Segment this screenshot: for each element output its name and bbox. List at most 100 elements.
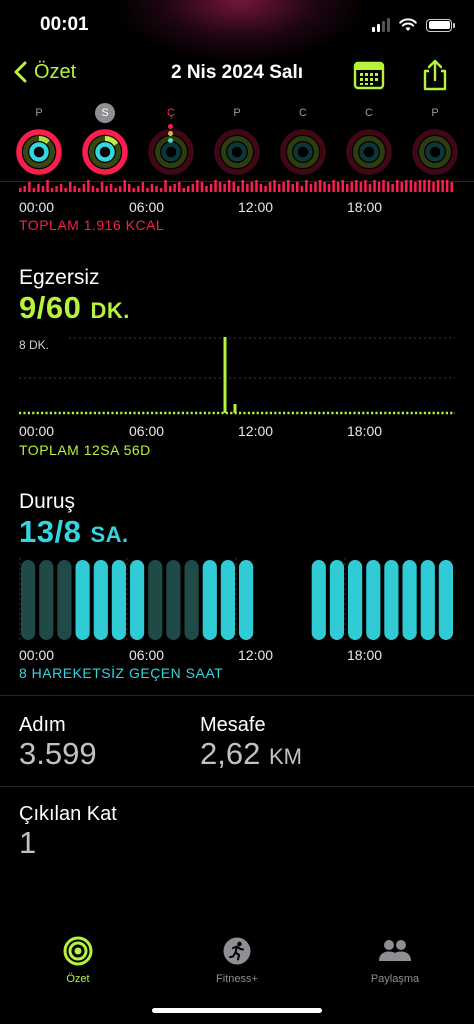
signal-icon [372,18,390,32]
move-chart-bars [19,180,453,192]
move-bar [305,180,308,192]
move-bar [409,180,413,192]
move-bar [187,186,190,192]
move-bar [128,184,131,192]
stand-hour-bar [130,560,145,640]
move-bar [105,186,108,192]
move-bar [341,180,344,192]
move-bar [182,188,185,192]
move-bar [391,184,394,192]
move-bar [291,184,294,192]
move-bar [209,184,213,192]
move-bar [241,180,244,192]
stand-hour-bar [93,560,108,640]
activity-ring-day-1[interactable] [15,128,63,176]
move-bar [350,182,353,192]
move-bar [168,186,172,192]
stand-hour-bar [239,560,254,640]
move-bar [28,182,31,192]
move-total: TOPLAM 1.916 KCAL [19,217,165,233]
move-bar [223,184,226,192]
calendar-icon[interactable] [352,58,386,92]
move-bar [23,186,26,192]
axis-label: 18:00 [347,423,383,439]
exercise-value: 9/60 DK. [19,290,130,326]
activity-ring-day-4[interactable] [213,128,261,176]
status-icons [372,14,455,36]
move-bar [445,180,449,192]
move-bar [237,186,240,192]
stand-hour-bar [366,560,381,640]
stand-hour-bar [202,560,217,640]
move-bar [250,182,254,192]
move-bar [146,188,149,192]
move-bar [214,180,217,192]
move-bar [227,180,231,192]
day-label: C [299,107,307,119]
move-bar [318,180,322,192]
tab-fitness-label: Fitness+ [216,973,258,985]
move-bar [268,182,272,192]
move-bar [336,182,340,192]
stand-hour-bar [384,560,399,640]
move-bar [450,182,453,192]
move-bar [173,184,176,192]
runner-icon [223,937,251,965]
move-bar [218,182,222,192]
move-bar [300,186,304,192]
move-bar [178,182,181,192]
move-bar [59,184,63,192]
battery-icon [426,18,455,32]
move-bar [432,182,435,192]
activity-ring-day-3[interactable] [147,128,195,176]
move-bar [123,180,126,192]
share-icon[interactable] [418,58,452,92]
move-bar [427,180,431,192]
activity-ring-day-6[interactable] [345,128,393,176]
move-bar [41,186,45,192]
move-bar [64,188,67,192]
stand-hour-bar [111,560,126,640]
move-bar [255,180,258,192]
activity-rings-icon [63,936,93,966]
move-bar [50,188,54,192]
divider [0,786,474,787]
exercise-value-number: 9/60 [19,290,82,325]
move-bar [414,182,417,192]
day-label-selected: S [85,103,125,123]
wifi-icon [399,18,417,31]
stand-hour-bar [166,560,181,640]
selected-day-badge: S [95,103,115,123]
move-bar [346,184,349,192]
tab-fitness-plus[interactable]: Fitness+ [187,936,287,985]
stand-hour-bar [438,560,453,640]
move-bar [155,186,158,192]
stand-hour-bar [348,560,363,640]
status-time: 00:01 [40,14,89,35]
activity-ring-day-7[interactable] [411,128,459,176]
move-bar [91,186,95,192]
move-bar [100,182,104,192]
exercise-title: Egzersiz [19,266,100,289]
stand-title: Duruş [19,490,76,513]
home-indicator [152,1008,322,1013]
distance-label: Mesafe [200,714,266,736]
move-bar [359,182,363,192]
axis-label: 18:00 [347,647,383,663]
day-label: P [233,107,241,119]
activity-ring-day-2[interactable] [81,128,129,176]
stand-hour-bar [220,560,235,640]
move-bar [368,184,372,192]
activity-ring-day-5[interactable] [279,128,327,176]
tab-summary[interactable]: Özet [28,936,128,985]
tab-summary-label: Özet [66,973,90,985]
day-label-today: Ç [167,107,175,119]
tab-sharing-label: Paylaşma [370,973,420,985]
day-label: C [365,107,373,119]
stand-hour-bar [311,560,326,640]
axis-label: 18:00 [347,199,383,215]
move-bar [327,184,331,192]
stand-hour-bar [148,560,163,640]
tab-sharing[interactable]: Paylaşma [345,936,445,985]
stand-note: 8 HAREKETSİZ GEÇEN SAAT [19,665,224,681]
